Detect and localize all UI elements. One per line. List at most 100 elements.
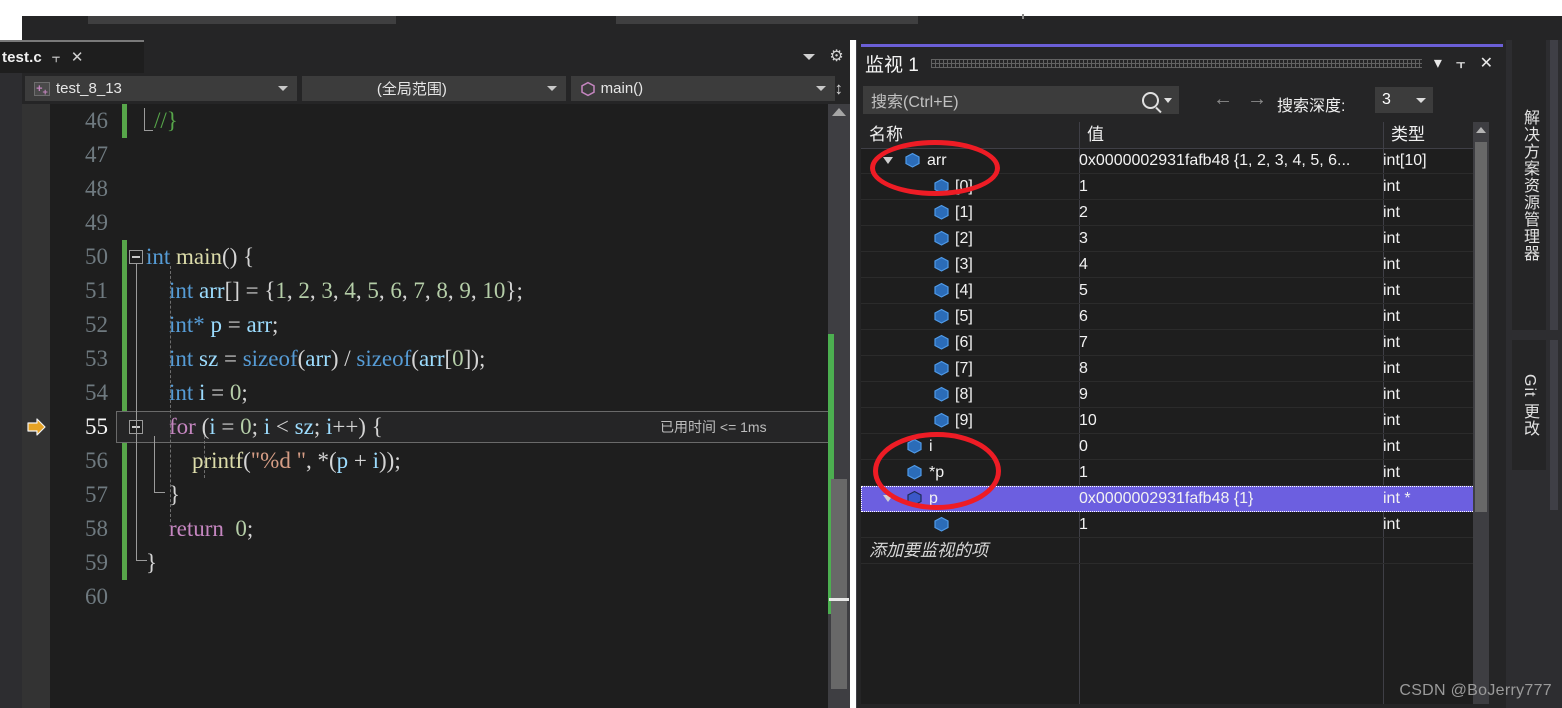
close-icon[interactable]: ✕ [71, 50, 84, 65]
chevron-down-icon[interactable]: ▾ [1434, 55, 1442, 72]
project-dropdown[interactable]: ++ test_8_13 [25, 76, 297, 101]
line-number: 56 [85, 448, 108, 473]
column-header-value[interactable]: 值 [1087, 122, 1104, 148]
grid-body: arr 0x0000002931fafb48 {1, 2, 3, 4, 5, 6… [861, 148, 1489, 704]
scrollbar-caret-marker [829, 598, 849, 601]
annotation-ellipse-i-and-deref-p [873, 432, 1001, 510]
scroll-up-arrow-icon[interactable] [832, 108, 846, 116]
chevron-down-icon[interactable] [815, 86, 826, 91]
variable-value[interactable]: 1 [1079, 512, 1088, 537]
line-number-current: 55 [85, 414, 108, 439]
scope-dropdown[interactable]: (全局范围) [301, 76, 566, 101]
variable-value[interactable]: 5 [1079, 278, 1088, 303]
variable-value[interactable]: 2 [1079, 200, 1088, 225]
pin-icon[interactable]: ⫟ [1456, 55, 1466, 72]
line-number: 52 [85, 312, 108, 337]
pin-icon[interactable]: ⫟ [52, 50, 61, 65]
search-depth-dropdown[interactable]: 3 [1375, 87, 1433, 113]
toolbar-ghost-right [616, 16, 918, 24]
function-dropdown[interactable]: main() [570, 76, 835, 101]
line-number: 49 [85, 210, 108, 235]
editor-vertical-scrollbar[interactable] [828, 104, 850, 708]
variable-value[interactable]: 6 [1079, 304, 1088, 329]
chevron-down-icon[interactable] [277, 86, 288, 91]
variable-value[interactable]: 1 [1079, 460, 1088, 485]
watch-row-arr-3[interactable]: [3] 4 int [861, 252, 1489, 278]
search-input[interactable]: 搜索(Ctrl+E) [863, 86, 1179, 114]
watch-row-arr-4[interactable]: [4] 5 int [861, 278, 1489, 304]
watch-row-add-item[interactable]: 添加要监视的项 [861, 538, 1489, 564]
variable-value[interactable]: 9 [1079, 382, 1088, 407]
watch-vertical-scrollbar[interactable] [1473, 122, 1489, 704]
close-icon[interactable]: ✕ [1480, 55, 1493, 72]
execution-pointer-icon [26, 416, 48, 438]
breakpoint-gutter[interactable] [22, 104, 50, 708]
vertical-tab-solution-explorer[interactable]: 解决方案资源管理器 [1512, 40, 1546, 330]
variable-value[interactable]: 10 [1079, 408, 1097, 433]
elapsed-time-badge: 已用时间 <= 1ms [660, 419, 767, 435]
variable-name: [1] [955, 204, 973, 221]
top-toolbar-strip [0, 0, 1562, 40]
variable-value[interactable]: 0 [1079, 434, 1088, 459]
variable-icon [933, 386, 950, 403]
rail-strip [1550, 40, 1558, 330]
vertical-tab-git-changes[interactable]: Git 更改 [1512, 340, 1546, 470]
watch-row-arr-7[interactable]: [7] 8 int [861, 356, 1489, 382]
line-number: 59 [85, 550, 108, 575]
line-number: 57 [85, 482, 108, 507]
project-dropdown-label: test_8_13 [56, 80, 122, 97]
line-number: 48 [85, 176, 108, 201]
variable-value[interactable]: 3 [1079, 226, 1088, 251]
search-icon[interactable] [1142, 91, 1159, 109]
chevron-down-icon[interactable] [1164, 97, 1172, 103]
scope-dropdown-label: (全局范围) [376, 81, 447, 98]
code-line-58: return 0; [169, 516, 254, 541]
code-surface[interactable]: 46 47 48 49 50 51 52 53 54 55 56 57 58 5… [22, 104, 850, 708]
variable-value[interactable]: 0x0000002931fafb48 {1} [1079, 486, 1253, 511]
search-depth-value: 3 [1382, 91, 1391, 108]
search-prev-button[interactable]: ← [1213, 89, 1233, 109]
variable-value[interactable]: 4 [1079, 252, 1088, 277]
scrollbar-thumb[interactable] [831, 479, 847, 689]
variable-icon [933, 308, 950, 325]
fold-collapse-main[interactable] [129, 250, 143, 264]
document-tab-test-c[interactable]: test.c ⫟ ✕ [0, 40, 144, 73]
watch-row-arr-9[interactable]: [9] 10 int [861, 408, 1489, 434]
chevron-down-icon[interactable] [546, 86, 557, 91]
watch-row-arr-6[interactable]: [6] 7 int [861, 330, 1489, 356]
watch-row-arr-5[interactable]: [5] 6 int [861, 304, 1489, 330]
annotation-ellipse-arr [870, 140, 1000, 196]
variable-value[interactable]: 7 [1079, 330, 1088, 355]
chevron-down-icon[interactable] [1416, 97, 1426, 103]
search-placeholder: 搜索(Ctrl+E) [871, 94, 959, 111]
line-number: 58 [85, 516, 108, 541]
column-header-type[interactable]: 类型 [1391, 122, 1425, 148]
chevron-down-icon[interactable] [803, 53, 815, 60]
variable-type: int [1383, 334, 1400, 351]
watch-row-p-child[interactable]: 1 int [861, 512, 1489, 538]
scroll-up-arrow-icon[interactable] [1476, 127, 1486, 133]
scrollbar-thumb[interactable] [1475, 142, 1487, 512]
split-view-icon[interactable]: ↕ [835, 80, 844, 97]
search-next-button[interactable]: → [1247, 89, 1267, 109]
watch-row-arr-2[interactable]: [2] 3 int [861, 226, 1489, 252]
variable-value[interactable]: 1 [1079, 174, 1088, 199]
variable-name: [7] [955, 360, 973, 377]
variable-value[interactable]: 8 [1079, 356, 1088, 381]
variable-icon [933, 516, 950, 533]
variable-value[interactable]: 0x0000002931fafb48 {1, 2, 3, 4, 5, 6... [1079, 148, 1350, 173]
watch-row-arr-8[interactable]: [8] 9 int [861, 382, 1489, 408]
indent-guide [170, 266, 171, 522]
toolbar-ghost-left [88, 16, 396, 24]
variable-icon [933, 256, 950, 273]
line-number: 54 [85, 380, 108, 405]
drag-grip[interactable] [930, 59, 1422, 68]
code-line-50: int main() { [146, 244, 255, 269]
search-depth-label: 搜索深度: [1277, 98, 1346, 115]
variable-name: [3] [955, 256, 973, 273]
cpp-file-icon: ++ [34, 81, 50, 97]
watch-row-arr-1[interactable]: [1] 2 int [861, 200, 1489, 226]
gear-icon[interactable]: ⚙ [829, 49, 844, 65]
watch-grid[interactable]: 名称 值 类型 arr 0x0000002931fafb48 {1, 2, 3,… [861, 122, 1489, 704]
code-text-area[interactable]: //} int main() { int arr[] = {1, 2, 3, 4… [116, 104, 850, 708]
